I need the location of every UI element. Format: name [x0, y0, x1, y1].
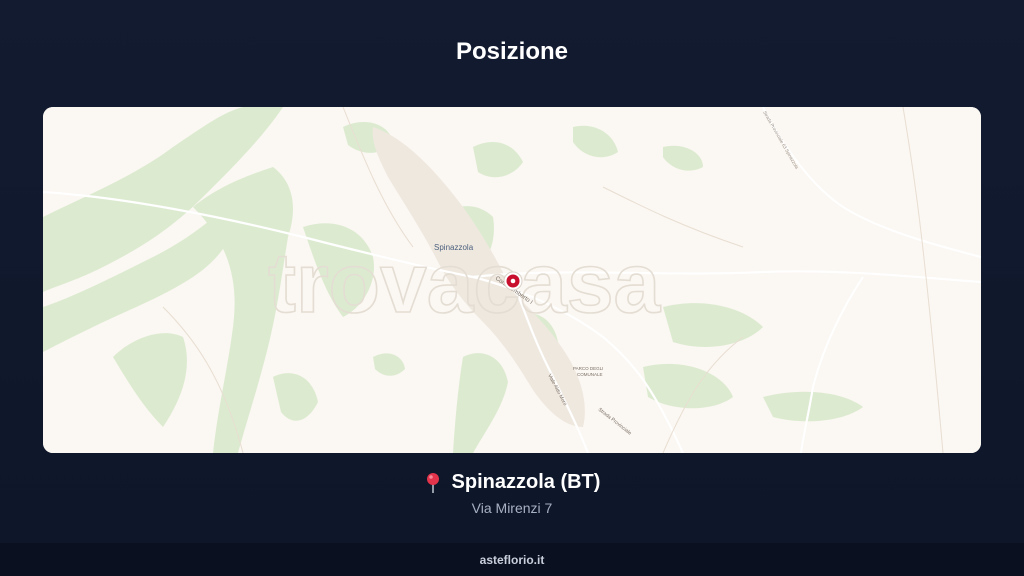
pushpin-icon [424, 472, 442, 494]
footer: asteflorio.it [0, 543, 1024, 576]
map-town-label: Spinazzola [434, 243, 474, 252]
location-address: Via Mirenzi 7 [471, 500, 553, 516]
page-title: Posizione [455, 38, 569, 65]
map-canvas[interactable]: trovacasa Spinazzola Corso Umberto I Via… [43, 107, 981, 453]
map-view[interactable]: trovacasa Spinazzola Corso Umberto I Via… [43, 107, 981, 453]
map-marker-icon[interactable] [503, 271, 523, 291]
location-city: Spinazzola (BT) [451, 471, 601, 493]
location-info: Spinazzola (BT) [0, 471, 1024, 494]
map-park-label: COMUNALE [577, 372, 603, 377]
map-park-label: PARCO DEGLI [573, 366, 603, 371]
footer-brand: asteflorio.it [479, 552, 545, 567]
